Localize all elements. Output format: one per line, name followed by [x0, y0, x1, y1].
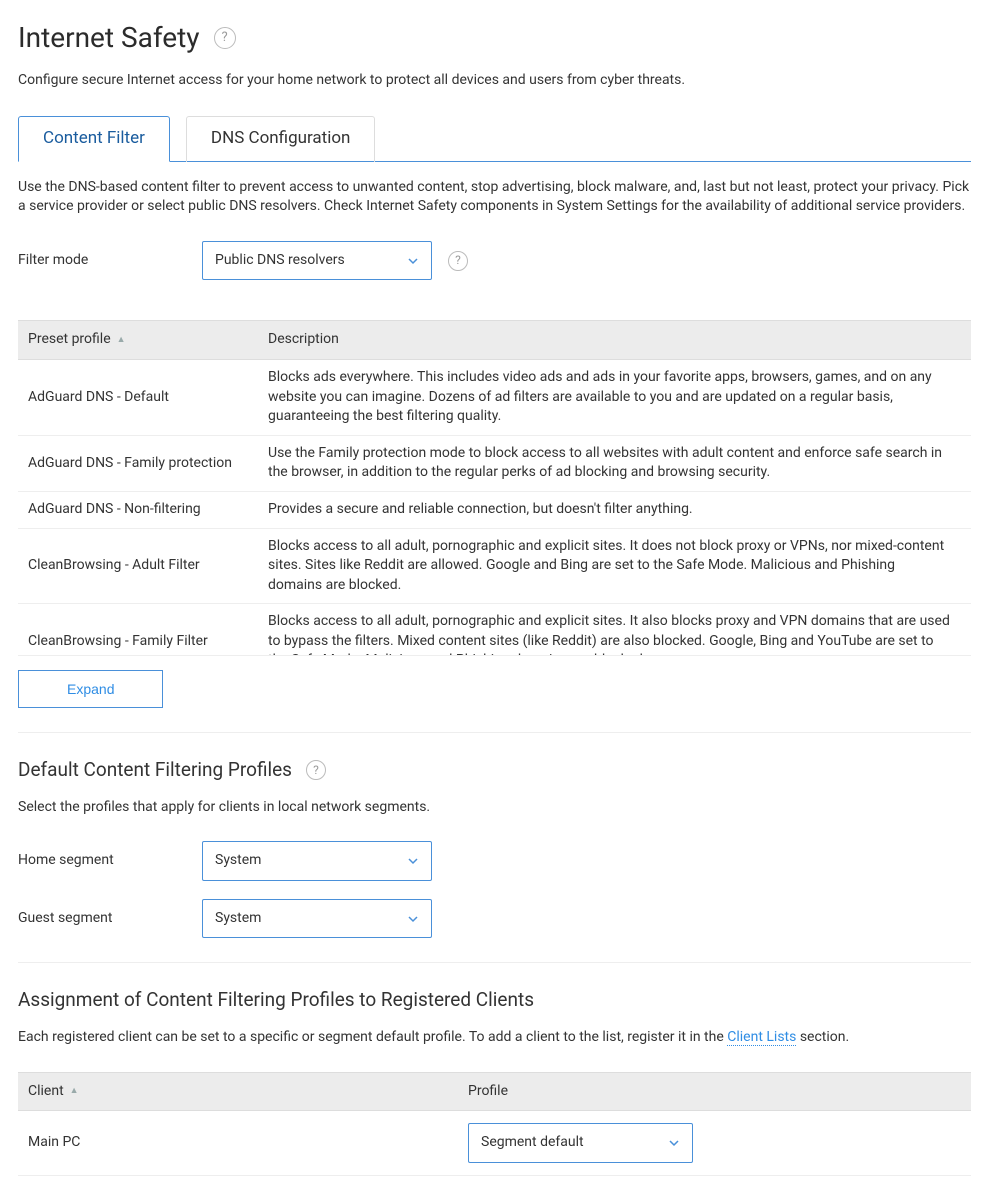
column-header-profile-text: Preset profile — [28, 330, 111, 350]
page-subtitle: Configure secure Internet access for you… — [18, 71, 971, 91]
sort-asc-icon: ▲ — [117, 334, 126, 347]
table-row[interactable]: CleanBrowsing - Family FilterBlocks acce… — [18, 604, 971, 656]
help-icon[interactable]: ? — [214, 27, 236, 49]
client-profile-cell: Segment default — [468, 1123, 693, 1163]
chevron-down-icon — [407, 913, 419, 925]
client-profile-value: Segment default — [481, 1133, 584, 1153]
content-filter-description: Use the DNS-based content filter to prev… — [18, 178, 971, 217]
profiles-table-body[interactable]: AdGuard DNS - DefaultBlocks ads everywhe… — [18, 360, 971, 656]
column-header-description[interactable]: Description — [268, 330, 961, 350]
tabs: Content Filter DNS Configuration — [18, 115, 971, 162]
tab-dns-configuration[interactable]: DNS Configuration — [186, 116, 376, 162]
page-title: Internet Safety ? — [18, 18, 971, 57]
table-row[interactable]: CleanBrowsing - Adult FilterBlocks acces… — [18, 529, 971, 605]
clients-table: Client ▲ Profile Main PC Segment default — [18, 1072, 971, 1176]
client-lists-link[interactable]: Client Lists — [727, 1029, 796, 1046]
assignment-title: Assignment of Content Filtering Profiles… — [18, 987, 971, 1014]
help-icon[interactable]: ? — [448, 251, 468, 271]
home-segment-row: Home segment System — [18, 841, 971, 881]
chevron-down-icon — [407, 255, 419, 267]
guest-segment-label: Guest segment — [18, 909, 186, 929]
filter-mode-row: Filter mode Public DNS resolvers ? — [18, 241, 971, 281]
profile-name: AdGuard DNS - Family protection — [28, 454, 268, 474]
divider — [18, 732, 971, 733]
assignment-desc-pre: Each registered client can be set to a s… — [18, 1029, 727, 1045]
home-segment-select[interactable]: System — [202, 841, 432, 881]
table-row[interactable]: AdGuard DNS - DefaultBlocks ads everywhe… — [18, 360, 971, 436]
clients-table-header: Client ▲ Profile — [18, 1072, 971, 1112]
profile-description: Blocks access to all adult, pornographic… — [268, 612, 961, 656]
default-profiles-description: Select the profiles that apply for clien… — [18, 798, 971, 818]
profile-name: AdGuard DNS - Non-filtering — [28, 500, 268, 520]
clients-table-body: Main PC Segment default — [18, 1111, 971, 1176]
chevron-down-icon — [668, 1137, 680, 1149]
page-title-text: Internet Safety — [18, 18, 200, 57]
guest-segment-select[interactable]: System — [202, 899, 432, 939]
client-name: Main PC — [28, 1133, 468, 1153]
home-segment-label: Home segment — [18, 851, 186, 871]
filter-mode-select[interactable]: Public DNS resolvers — [202, 241, 432, 281]
help-icon[interactable]: ? — [306, 760, 326, 780]
profiles-table: Preset profile ▲ Description AdGuard DNS… — [18, 320, 971, 708]
column-header-profile[interactable]: Preset profile ▲ — [28, 330, 268, 350]
assignment-desc-post: section. — [796, 1029, 849, 1045]
profile-description: Blocks access to all adult, pornographic… — [268, 537, 961, 596]
table-row[interactable]: AdGuard DNS - Non-filteringProvides a se… — [18, 492, 971, 529]
profile-description: Blocks ads everywhere. This includes vid… — [268, 368, 961, 427]
sort-asc-icon: ▲ — [70, 1085, 79, 1098]
assignment-title-text: Assignment of Content Filtering Profiles… — [18, 987, 534, 1014]
table-row[interactable]: AdGuard DNS - Family protectionUse the F… — [18, 436, 971, 492]
tab-content-filter[interactable]: Content Filter — [18, 116, 170, 162]
client-profile-select[interactable]: Segment default — [468, 1123, 693, 1163]
filter-mode-value: Public DNS resolvers — [215, 251, 345, 271]
filter-mode-label: Filter mode — [18, 251, 186, 271]
assignment-description: Each registered client can be set to a s… — [18, 1028, 971, 1048]
table-row: Main PC Segment default — [18, 1111, 971, 1176]
profile-description: Provides a secure and reliable connectio… — [268, 500, 961, 520]
profile-name: CleanBrowsing - Family Filter — [28, 632, 268, 652]
column-header-client-text: Client — [28, 1082, 64, 1102]
column-header-client-profile[interactable]: Profile — [468, 1082, 961, 1102]
profile-name: AdGuard DNS - Default — [28, 388, 268, 408]
divider — [18, 962, 971, 963]
column-header-client[interactable]: Client ▲ — [28, 1082, 468, 1102]
expand-button[interactable]: Expand — [18, 670, 163, 708]
profile-name: CleanBrowsing - Adult Filter — [28, 556, 268, 576]
guest-segment-value: System — [215, 909, 261, 929]
home-segment-value: System — [215, 851, 261, 871]
chevron-down-icon — [407, 855, 419, 867]
profiles-table-header: Preset profile ▲ Description — [18, 320, 971, 360]
default-profiles-title-text: Default Content Filtering Profiles — [18, 757, 292, 784]
default-profiles-title: Default Content Filtering Profiles ? — [18, 757, 971, 784]
guest-segment-row: Guest segment System — [18, 899, 971, 939]
profile-description: Use the Family protection mode to block … — [268, 444, 961, 483]
